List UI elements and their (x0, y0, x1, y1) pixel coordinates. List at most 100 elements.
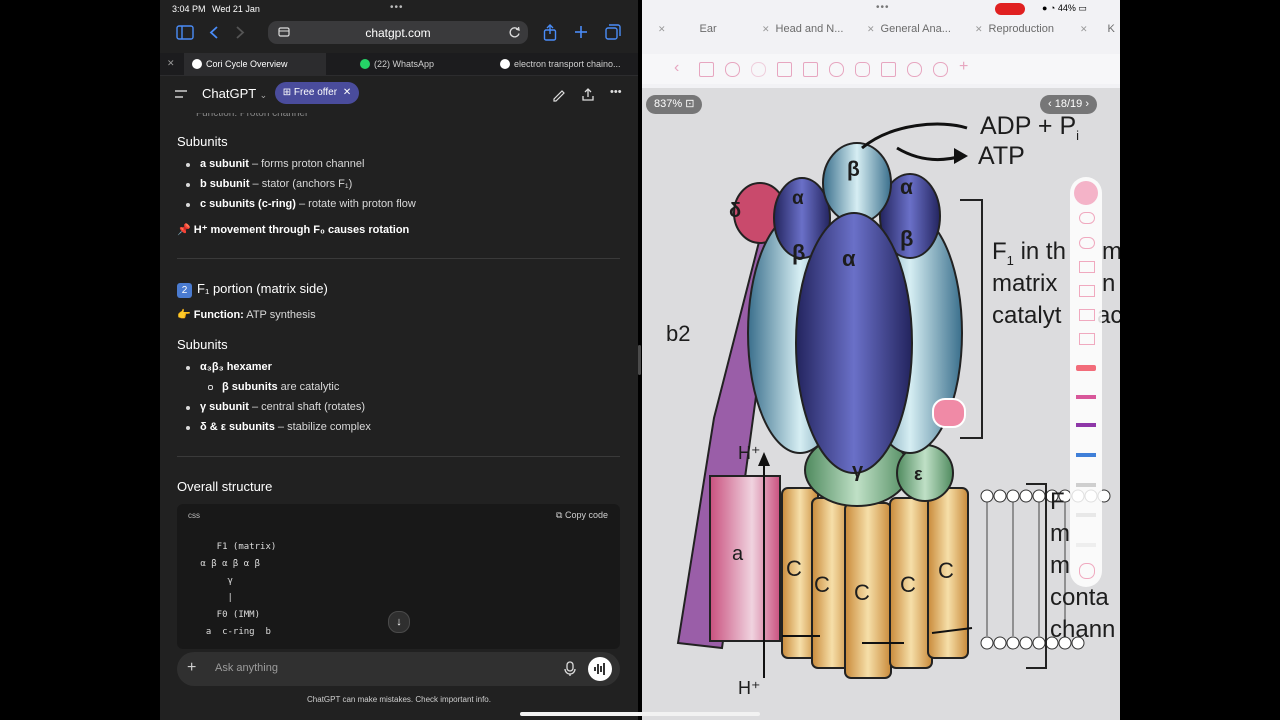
plus-icon[interactable]: + (187, 659, 196, 677)
more-options-icon[interactable]: ••• (610, 86, 622, 98)
code-line: | (195, 593, 233, 603)
back-icon[interactable]: ‹ (674, 59, 679, 77)
close-icon[interactable]: ✕ (762, 24, 770, 34)
free-offer-button[interactable]: ⊞ Free offer ✕ (275, 82, 359, 104)
home-indicator (520, 712, 760, 716)
chatgpt-favicon-icon (500, 59, 510, 69)
lasso-icon[interactable] (933, 62, 948, 77)
note-tab-head-neck[interactable]: ✕ Head and N... (762, 18, 857, 41)
new-tab-icon[interactable] (574, 25, 588, 39)
tabs-icon[interactable] (605, 24, 621, 40)
voice-mode-button[interactable] (588, 657, 612, 681)
share-icon[interactable] (543, 24, 557, 41)
chatgpt-favicon-icon (192, 59, 202, 69)
prompt-input[interactable]: + Ask anything (177, 652, 620, 686)
floating-tool-button[interactable] (932, 398, 966, 428)
bullet (186, 426, 190, 430)
microphone-icon[interactable] (562, 661, 578, 677)
tab-cori-cycle[interactable]: Cori Cycle Overview (184, 53, 326, 75)
model-selector[interactable]: ChatGPT ⌄ (202, 86, 267, 101)
color-swatch-red[interactable] (1076, 365, 1096, 371)
globe-icon[interactable] (907, 62, 922, 77)
close-tab-icon[interactable]: ✕ (167, 58, 175, 69)
color-swatch-pink[interactable] (1076, 395, 1096, 399)
arrow-down-icon: ↓ (396, 616, 402, 628)
close-offer-icon[interactable]: ✕ (343, 87, 351, 98)
code-line: F0 (IMM) (195, 610, 261, 620)
undo-icon[interactable] (725, 62, 740, 77)
close-icon[interactable]: ✕ (867, 24, 875, 34)
color-swatch-blue[interactable] (1076, 453, 1096, 457)
item-bold: γ subunit (200, 401, 249, 413)
list-item: β subunits are catalytic (222, 381, 339, 393)
lock-icon: ⊡ (685, 98, 695, 110)
divider (177, 258, 620, 259)
microphone-icon[interactable] (855, 62, 870, 77)
note-tab-general-anatomy[interactable]: ✕ General Ana... (867, 18, 967, 41)
alpha-label: α (900, 176, 913, 199)
f0-annotation-line2: m (1050, 520, 1070, 547)
menu-icon[interactable] (174, 87, 190, 103)
item-text: – rotate with proton flow (295, 198, 416, 210)
image-icon[interactable] (881, 62, 896, 77)
book-icon[interactable] (1079, 333, 1095, 345)
tab-whatsapp[interactable]: (22) WhatsApp (360, 53, 480, 75)
layers-icon[interactable] (803, 62, 818, 77)
back-icon[interactable] (208, 25, 220, 40)
note-tab-reproduction[interactable]: ✕ Reproduction (975, 18, 1075, 41)
close-icon[interactable]: ✕ (658, 24, 666, 34)
color-swatch-white[interactable] (1076, 513, 1096, 517)
search-icon[interactable] (829, 62, 844, 77)
multitask-dots-icon[interactable]: ••• (390, 2, 404, 13)
palette-icon[interactable] (1079, 563, 1095, 579)
address-bar[interactable]: chatgpt.com (268, 21, 528, 44)
scroll-down-button[interactable]: ↓ (388, 611, 410, 633)
color-swatch-gray[interactable] (1076, 483, 1096, 487)
f1-annotation-right1: m (1102, 238, 1120, 265)
pen-tool-icon[interactable] (1074, 181, 1098, 205)
share-chat-icon[interactable] (580, 87, 596, 103)
note-tab-k[interactable]: ✕ K (1080, 18, 1120, 41)
copy-code-button[interactable]: ⧉ Copy code (556, 510, 608, 521)
tab-electron-transport[interactable]: electron transport chaino... (500, 53, 636, 75)
notes-pane: ••• ● ◔ 44% ▭ ✕ Ear ✕ Head and N... ✕ Gener… (642, 0, 1120, 720)
atp-synthase-figure[interactable]: ADP + Pi ATP β α α δ β α β b2 γ ε H⁺ H⁺ … (642, 88, 1120, 720)
add-page-icon[interactable] (777, 62, 792, 77)
beta-label: β (900, 226, 914, 251)
close-icon[interactable]: ✕ (1080, 24, 1088, 34)
split-grip-handle[interactable] (638, 345, 641, 375)
sidebar-icon[interactable] (176, 25, 194, 40)
chevron-right-icon[interactable]: › (1085, 98, 1089, 110)
f0-annotation-line4: conta (1050, 584, 1109, 611)
redo-icon[interactable] (751, 62, 766, 77)
zoom-level-badge[interactable]: 837% ⊡ (646, 95, 703, 114)
color-swatch-light[interactable] (1076, 543, 1096, 547)
add-icon[interactable]: + (959, 58, 968, 76)
alpha-label: α (842, 246, 856, 271)
lasso-tool-icon[interactable] (1079, 285, 1095, 297)
url-text: chatgpt.com (365, 26, 431, 40)
shape-icon[interactable] (1079, 261, 1095, 273)
page-indicator[interactable]: ‹ 18/19 › (1040, 95, 1097, 114)
note-tab-label: Reproduction (988, 23, 1054, 35)
keyboard-icon[interactable] (1079, 309, 1095, 321)
edit-icon[interactable] (552, 87, 568, 103)
reload-icon[interactable] (508, 26, 521, 39)
list-item: c subunits (c-ring) – rotate with proton… (200, 198, 416, 210)
bullet (186, 406, 190, 410)
chat-header: ChatGPT ⌄ ⊞ Free offer ✕ ••• (160, 78, 638, 112)
item-text: – forms proton channel (248, 158, 365, 170)
number-badge: 2 (177, 283, 192, 298)
highlighter-icon[interactable] (1079, 237, 1095, 249)
color-swatch-purple[interactable] (1076, 423, 1096, 427)
multitask-dots-icon[interactable]: ••• (876, 2, 890, 13)
grid-icon[interactable] (699, 62, 714, 77)
forward-icon[interactable] (234, 25, 246, 40)
f1-annotation-line3: catalyt (992, 302, 1062, 329)
close-icon[interactable]: ✕ (975, 24, 983, 34)
eraser-icon[interactable] (1079, 212, 1095, 224)
c-label: C (854, 580, 870, 605)
item-bold: α₃β₃ hexamer (200, 361, 272, 373)
note-tab-ear[interactable]: ✕ Ear (658, 18, 746, 41)
chevron-left-icon[interactable]: ‹ (1048, 98, 1052, 110)
